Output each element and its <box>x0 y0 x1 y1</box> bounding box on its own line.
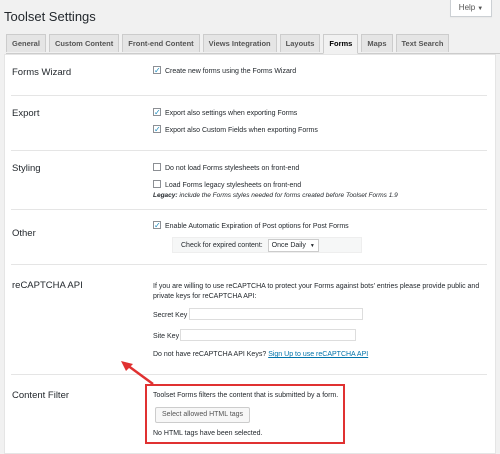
check-frequency-select[interactable]: Once Daily ▼ <box>267 238 319 252</box>
styling-option-no-stylesheets[interactable]: Do not load Forms stylesheets on front-e… <box>153 163 300 172</box>
divider <box>11 374 487 375</box>
no-keys-text: Do not have reCAPTCHA API Keys? <box>153 351 267 358</box>
wizard-checkbox[interactable]: ✓ <box>153 66 161 75</box>
export-option-settings[interactable]: ✓ Export also settings when exporting For… <box>153 108 298 117</box>
wizard-option[interactable]: ✓ Create new forms using the Forms Wizard <box>153 66 297 75</box>
secret-key-label: Secret Key <box>153 312 188 319</box>
section-title-recaptcha: reCAPTCHA API <box>12 280 83 291</box>
export-settings-label: Export also settings when exporting Form… <box>165 109 298 117</box>
wizard-option-label: Create new forms using the Forms Wizard <box>165 67 297 75</box>
legacy-stylesheets-label: Load Forms legacy stylesheets on front-e… <box>165 181 302 189</box>
check-frequency-value: Once Daily <box>271 241 306 249</box>
expiration-label: Enable Automatic Expiration of Post opti… <box>165 222 349 230</box>
highlight-box <box>145 384 345 444</box>
chevron-down-icon: ▼ <box>309 242 315 249</box>
export-option-custom-fields[interactable]: ✓ Export also Custom Fields when exportin… <box>153 125 318 134</box>
recaptcha-description-line1: If you are willing to use reCAPTCHA to p… <box>153 283 480 290</box>
section-title-forms-wizard: Forms Wizard <box>12 67 72 78</box>
divider <box>11 209 487 210</box>
tab-views-integration[interactable]: Views Integration <box>202 34 277 52</box>
legacy-note-text: include the Forms styles needed for form… <box>179 192 398 199</box>
tab-front-end-content[interactable]: Front-end Content <box>122 34 200 52</box>
legacy-stylesheets-checkbox[interactable] <box>153 180 161 188</box>
tab-text-search[interactable]: Text Search <box>395 34 450 52</box>
tab-forms[interactable]: Forms <box>323 34 359 54</box>
divider <box>11 95 487 96</box>
expiration-settings-box: Check for expired content: Once Daily ▼ <box>172 237 362 253</box>
other-option-expiration[interactable]: ✓ Enable Automatic Expiration of Post opt… <box>153 221 349 230</box>
signup-link[interactable]: Sign Up to use reCAPTCHA API <box>268 351 368 358</box>
chevron-down-icon: ▼ <box>477 6 484 12</box>
divider <box>11 150 487 151</box>
legacy-note-label: Legacy: <box>153 192 178 199</box>
section-title-content-filter: Content Filter <box>12 390 70 401</box>
recaptcha-description-line2: private keys for reCAPTCHA API: <box>153 293 257 300</box>
export-custom-fields-label: Export also Custom Fields when exporting… <box>165 126 318 134</box>
divider <box>11 264 487 265</box>
section-title-styling: Styling <box>12 163 41 174</box>
legacy-note: Legacy: include the Forms styles needed … <box>153 192 398 199</box>
help-label: Help <box>458 3 476 12</box>
secret-key-input[interactable] <box>189 308 363 320</box>
site-key-input[interactable] <box>180 329 356 341</box>
tab-maps[interactable]: Maps <box>361 34 393 52</box>
annotation-arrow-icon <box>121 361 154 386</box>
tab-layouts[interactable]: Layouts <box>279 34 321 52</box>
export-custom-fields-checkbox[interactable]: ✓ <box>153 125 161 134</box>
settings-panel: Forms Wizard ✓ Create new forms using the… <box>4 54 496 454</box>
no-stylesheets-checkbox[interactable] <box>153 163 161 171</box>
tab-custom-content[interactable]: Custom Content <box>48 34 120 52</box>
section-title-export: Export <box>12 108 40 119</box>
site-key-label: Site Key <box>153 333 180 340</box>
styling-option-legacy-stylesheets[interactable]: Load Forms legacy stylesheets on front-e… <box>153 180 302 189</box>
recaptcha-signup-row: Do not have reCAPTCHA API Keys? Sign Up … <box>153 351 368 358</box>
page-title: Toolset Settings <box>4 9 96 24</box>
section-title-other: Other <box>12 228 36 239</box>
export-settings-checkbox[interactable]: ✓ <box>153 108 161 117</box>
check-expired-label: Check for expired content: <box>181 242 263 249</box>
tab-general[interactable]: General <box>6 34 46 52</box>
help-tab[interactable]: Help ▼ <box>450 0 492 17</box>
settings-tabs: General Custom Content Front-end Content… <box>6 34 500 54</box>
expiration-checkbox[interactable]: ✓ <box>153 221 161 230</box>
no-stylesheets-label: Do not load Forms stylesheets on front-e… <box>165 164 300 172</box>
